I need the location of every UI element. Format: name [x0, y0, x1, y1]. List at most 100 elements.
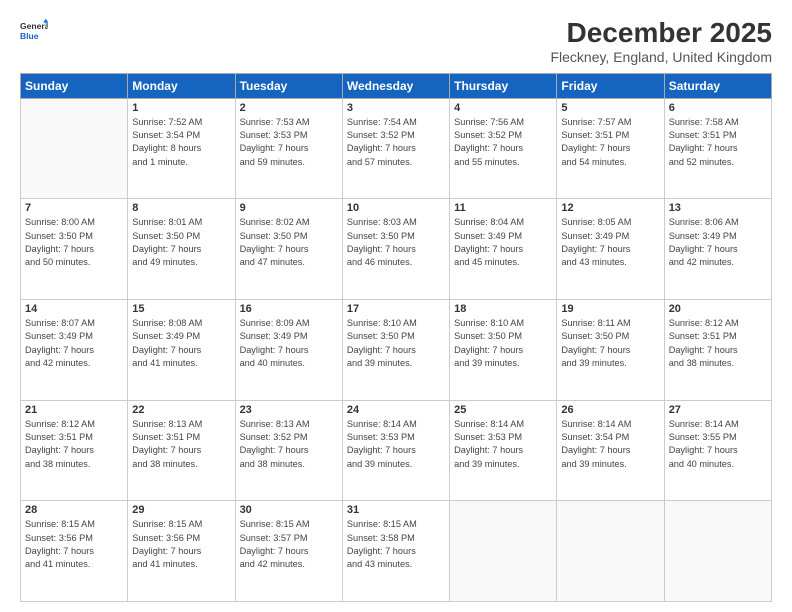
- day-number: 18: [454, 303, 552, 315]
- day-info: Sunrise: 8:04 AMSunset: 3:49 PMDaylight:…: [454, 216, 552, 269]
- day-number: 23: [240, 404, 338, 416]
- day-number: 21: [25, 404, 123, 416]
- day-info: Sunrise: 8:00 AMSunset: 3:50 PMDaylight:…: [25, 216, 123, 269]
- day-number: 3: [347, 102, 445, 114]
- day-number: 4: [454, 102, 552, 114]
- day-number: 24: [347, 404, 445, 416]
- calendar-body: 1 Sunrise: 7:52 AMSunset: 3:54 PMDaylight…: [21, 98, 772, 601]
- calendar-cell: [557, 501, 664, 602]
- day-info: Sunrise: 8:14 AMSunset: 3:53 PMDaylight:…: [454, 418, 552, 471]
- calendar-cell: 28Sunrise: 8:15 AMSunset: 3:56 PMDayligh…: [21, 501, 128, 602]
- calendar-cell: 21 Sunrise: 8:12 AMSunset: 3:51 PMDayligh…: [21, 400, 128, 501]
- svg-text:Blue: Blue: [20, 31, 39, 41]
- calendar-cell: 9 Sunrise: 8:02 AMSunset: 3:50 PMDaylight…: [235, 199, 342, 300]
- calendar-day-header: Thursday: [450, 73, 557, 98]
- day-number: 31: [347, 504, 445, 516]
- calendar-week-row: 21 Sunrise: 8:12 AMSunset: 3:51 PMDayligh…: [21, 400, 772, 501]
- day-info: Sunrise: 8:14 AMSunset: 3:55 PMDaylight:…: [669, 418, 767, 471]
- day-number: 6: [669, 102, 767, 114]
- day-number: 12: [561, 202, 659, 214]
- calendar-cell: 17 Sunrise: 8:10 AMSunset: 3:50 PMDayligh…: [342, 300, 449, 401]
- calendar-cell: [450, 501, 557, 602]
- main-title: December 2025: [550, 18, 772, 49]
- calendar-cell: 25 Sunrise: 8:14 AMSunset: 3:53 PMDayligh…: [450, 400, 557, 501]
- header: General Blue December 2025 Fleckney, Eng…: [20, 18, 772, 65]
- calendar-cell: [21, 98, 128, 199]
- calendar-day-header: Wednesday: [342, 73, 449, 98]
- day-number: 19: [561, 303, 659, 315]
- day-number: 16: [240, 303, 338, 315]
- day-number: 25: [454, 404, 552, 416]
- calendar-cell: 6 Sunrise: 7:58 AMSunset: 3:51 PMDaylight…: [664, 98, 771, 199]
- calendar-cell: 26 Sunrise: 8:14 AMSunset: 3:54 PMDayligh…: [557, 400, 664, 501]
- day-info: Sunrise: 8:01 AMSunset: 3:50 PMDaylight:…: [132, 216, 230, 269]
- day-info: Sunrise: 8:10 AMSunset: 3:50 PMDaylight:…: [454, 317, 552, 370]
- day-number: 29: [132, 504, 230, 516]
- calendar-cell: 16Sunrise: 8:09 AMSunset: 3:49 PMDayligh…: [235, 300, 342, 401]
- calendar-cell: 23 Sunrise: 8:13 AMSunset: 3:52 PMDayligh…: [235, 400, 342, 501]
- day-info: Sunrise: 8:12 AMSunset: 3:51 PMDaylight:…: [669, 317, 767, 370]
- calendar-cell: 8 Sunrise: 8:01 AMSunset: 3:50 PMDaylight…: [128, 199, 235, 300]
- day-info: Sunrise: 8:03 AMSunset: 3:50 PMDaylight:…: [347, 216, 445, 269]
- day-info: Sunrise: 7:52 AMSunset: 3:54 PMDaylight:…: [132, 116, 230, 169]
- day-number: 11: [454, 202, 552, 214]
- calendar-day-header: Sunday: [21, 73, 128, 98]
- calendar-cell: 1 Sunrise: 7:52 AMSunset: 3:54 PMDaylight…: [128, 98, 235, 199]
- day-number: 10: [347, 202, 445, 214]
- calendar-week-row: 7 Sunrise: 8:00 AMSunset: 3:50 PMDaylight…: [21, 199, 772, 300]
- day-number: 7: [25, 202, 123, 214]
- day-number: 17: [347, 303, 445, 315]
- calendar-cell: 24 Sunrise: 8:14 AMSunset: 3:53 PMDayligh…: [342, 400, 449, 501]
- day-info: Sunrise: 8:13 AMSunset: 3:51 PMDaylight:…: [132, 418, 230, 471]
- day-info: Sunrise: 8:11 AMSunset: 3:50 PMDaylight:…: [561, 317, 659, 370]
- logo-icon: General Blue: [20, 18, 48, 46]
- calendar-cell: 15Sunrise: 8:08 AMSunset: 3:49 PMDayligh…: [128, 300, 235, 401]
- calendar-day-header: Monday: [128, 73, 235, 98]
- calendar-header-row: SundayMondayTuesdayWednesdayThursdayFrid…: [21, 73, 772, 98]
- day-info: Sunrise: 8:12 AMSunset: 3:51 PMDaylight:…: [25, 418, 123, 471]
- calendar-cell: [664, 501, 771, 602]
- day-number: 1: [132, 102, 230, 114]
- calendar-cell: 13Sunrise: 8:06 AMSunset: 3:49 PMDayligh…: [664, 199, 771, 300]
- day-number: 14: [25, 303, 123, 315]
- calendar-cell: 22Sunrise: 8:13 AMSunset: 3:51 PMDayligh…: [128, 400, 235, 501]
- day-number: 27: [669, 404, 767, 416]
- day-info: Sunrise: 8:15 AMSunset: 3:56 PMDaylight:…: [132, 518, 230, 571]
- day-info: Sunrise: 8:15 AMSunset: 3:58 PMDaylight:…: [347, 518, 445, 571]
- day-info: Sunrise: 8:10 AMSunset: 3:50 PMDaylight:…: [347, 317, 445, 370]
- day-number: 8: [132, 202, 230, 214]
- day-number: 20: [669, 303, 767, 315]
- day-info: Sunrise: 7:57 AMSunset: 3:51 PMDaylight:…: [561, 116, 659, 169]
- day-number: 28: [25, 504, 123, 516]
- day-info: Sunrise: 8:06 AMSunset: 3:49 PMDaylight:…: [669, 216, 767, 269]
- page: General Blue December 2025 Fleckney, Eng…: [0, 0, 792, 612]
- day-number: 26: [561, 404, 659, 416]
- day-info: Sunrise: 8:14 AMSunset: 3:54 PMDaylight:…: [561, 418, 659, 471]
- day-number: 9: [240, 202, 338, 214]
- calendar-cell: 5Sunrise: 7:57 AMSunset: 3:51 PMDaylight…: [557, 98, 664, 199]
- day-info: Sunrise: 8:07 AMSunset: 3:49 PMDaylight:…: [25, 317, 123, 370]
- calendar-cell: 14 Sunrise: 8:07 AMSunset: 3:49 PMDayligh…: [21, 300, 128, 401]
- day-info: Sunrise: 8:05 AMSunset: 3:49 PMDaylight:…: [561, 216, 659, 269]
- calendar-week-row: 14 Sunrise: 8:07 AMSunset: 3:49 PMDayligh…: [21, 300, 772, 401]
- day-info: Sunrise: 7:54 AMSunset: 3:52 PMDaylight:…: [347, 116, 445, 169]
- day-info: Sunrise: 8:02 AMSunset: 3:50 PMDaylight:…: [240, 216, 338, 269]
- calendar-cell: 31 Sunrise: 8:15 AMSunset: 3:58 PMDayligh…: [342, 501, 449, 602]
- day-info: Sunrise: 7:58 AMSunset: 3:51 PMDaylight:…: [669, 116, 767, 169]
- day-info: Sunrise: 8:13 AMSunset: 3:52 PMDaylight:…: [240, 418, 338, 471]
- day-number: 2: [240, 102, 338, 114]
- day-info: Sunrise: 8:15 AMSunset: 3:57 PMDaylight:…: [240, 518, 338, 571]
- calendar-cell: 3 Sunrise: 7:54 AMSunset: 3:52 PMDaylight…: [342, 98, 449, 199]
- day-number: 15: [132, 303, 230, 315]
- calendar-week-row: 1 Sunrise: 7:52 AMSunset: 3:54 PMDaylight…: [21, 98, 772, 199]
- calendar-cell: 10 Sunrise: 8:03 AMSunset: 3:50 PMDayligh…: [342, 199, 449, 300]
- calendar-cell: 20 Sunrise: 8:12 AMSunset: 3:51 PMDayligh…: [664, 300, 771, 401]
- day-info: Sunrise: 7:53 AMSunset: 3:53 PMDaylight:…: [240, 116, 338, 169]
- calendar-cell: 2 Sunrise: 7:53 AMSunset: 3:53 PMDaylight…: [235, 98, 342, 199]
- calendar-day-header: Saturday: [664, 73, 771, 98]
- day-number: 30: [240, 504, 338, 516]
- calendar-day-header: Tuesday: [235, 73, 342, 98]
- day-info: Sunrise: 8:14 AMSunset: 3:53 PMDaylight:…: [347, 418, 445, 471]
- title-block: December 2025 Fleckney, England, United …: [550, 18, 772, 65]
- calendar-cell: 4Sunrise: 7:56 AMSunset: 3:52 PMDaylight…: [450, 98, 557, 199]
